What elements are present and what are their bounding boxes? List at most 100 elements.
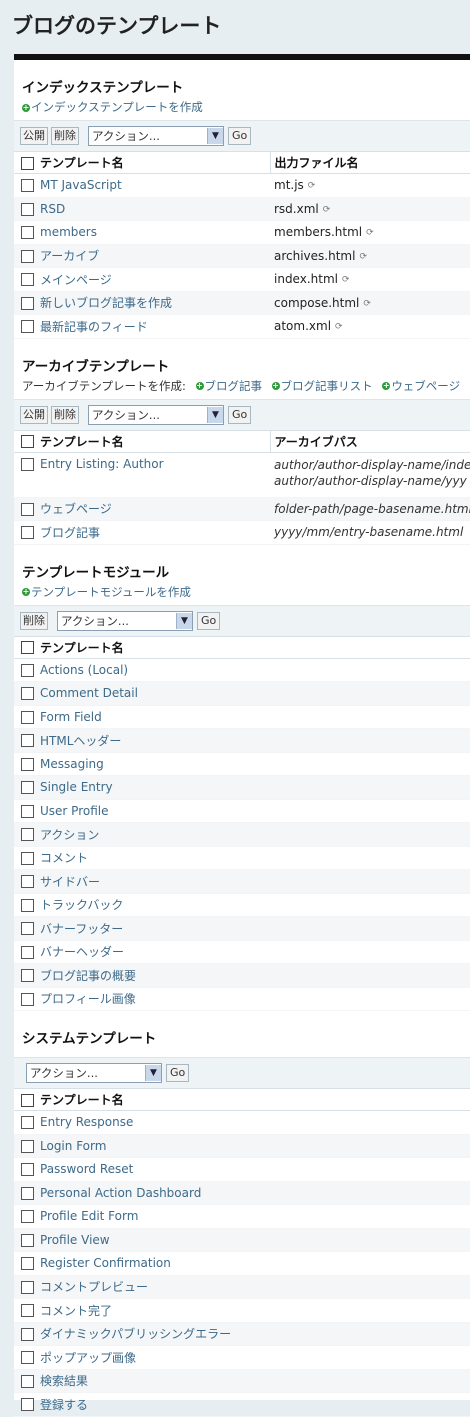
row-checkbox[interactable]: [20, 1116, 34, 1130]
template-name-link[interactable]: HTMLヘッダー: [40, 734, 121, 748]
template-name-link[interactable]: アーカイブ: [40, 249, 99, 263]
template-name-link[interactable]: Personal Action Dashboard: [40, 1186, 201, 1200]
row-checkbox[interactable]: [20, 502, 34, 516]
template-name-link[interactable]: 登録する: [40, 1398, 88, 1412]
template-name-link[interactable]: User Profile: [40, 804, 108, 818]
template-name-link[interactable]: 最新記事のフィード: [40, 320, 148, 334]
row-checkbox[interactable]: [20, 320, 34, 334]
go-button[interactable]: Go: [228, 405, 252, 424]
row-checkbox[interactable]: [20, 687, 34, 701]
template-name-link[interactable]: Actions (Local): [40, 663, 128, 677]
template-name-link[interactable]: バナーフッター: [40, 922, 123, 936]
row-checkbox[interactable]: [20, 249, 34, 263]
create-index-template-link[interactable]: + インデックステンプレートを作成: [22, 100, 203, 114]
row-checkbox[interactable]: [20, 179, 34, 193]
row-checkbox[interactable]: [20, 781, 34, 795]
template-name-link[interactable]: Password Reset: [40, 1162, 133, 1176]
action-select[interactable]: アクション... ▼: [88, 404, 224, 425]
column-header-archive-path[interactable]: アーカイブパス: [269, 429, 470, 453]
row-checkbox[interactable]: [20, 1304, 34, 1318]
row-checkbox[interactable]: [20, 757, 34, 771]
template-name-link[interactable]: コメント: [40, 851, 88, 865]
row-checkbox[interactable]: [20, 1163, 34, 1177]
row-checkbox[interactable]: [20, 1233, 34, 1247]
template-name-link[interactable]: RSD: [40, 202, 65, 216]
row-checkbox[interactable]: [20, 1398, 34, 1412]
publish-link-icon[interactable]: ⟳: [342, 275, 353, 285]
row-checkbox[interactable]: [20, 898, 34, 912]
row-checkbox[interactable]: [20, 457, 34, 471]
template-name-link[interactable]: Single Entry: [40, 780, 113, 794]
go-button[interactable]: Go: [197, 611, 221, 630]
row-checkbox[interactable]: [20, 969, 34, 983]
template-name-link[interactable]: Entry Response: [40, 1115, 133, 1129]
row-checkbox[interactable]: [20, 851, 34, 865]
row-checkbox[interactable]: [20, 945, 34, 959]
template-name-link[interactable]: Entry Listing: Author: [40, 457, 164, 471]
create-entry-listing-archive-link[interactable]: + ブログ記事リスト: [266, 379, 373, 393]
publish-link-icon[interactable]: ⟳: [366, 228, 377, 238]
template-name-link[interactable]: Login Form: [40, 1139, 106, 1153]
template-name-link[interactable]: ポップアップ画像: [40, 1351, 136, 1365]
create-entry-archive-link[interactable]: + ブログ記事: [190, 379, 262, 393]
template-name-link[interactable]: Profile Edit Form: [40, 1209, 138, 1223]
row-checkbox[interactable]: [20, 828, 34, 842]
template-name-link[interactable]: ブログ記事: [40, 526, 100, 540]
row-checkbox[interactable]: [20, 710, 34, 724]
row-checkbox[interactable]: [20, 1210, 34, 1224]
row-checkbox[interactable]: [20, 226, 34, 240]
template-name-link[interactable]: 新しいブログ記事を作成: [40, 296, 172, 310]
column-header-output-file[interactable]: 出力ファイル名: [269, 151, 470, 174]
row-checkbox[interactable]: [20, 875, 34, 889]
template-name-link[interactable]: 検索結果: [40, 1374, 88, 1388]
template-name-link[interactable]: Register Confirmation: [40, 1256, 171, 1270]
column-header-template-name[interactable]: テンプレート名: [40, 635, 470, 659]
row-checkbox[interactable]: [20, 1186, 34, 1200]
action-select[interactable]: アクション... ▼: [57, 610, 193, 631]
row-checkbox[interactable]: [20, 922, 34, 936]
row-checkbox[interactable]: [20, 663, 34, 677]
template-name-link[interactable]: Comment Detail: [40, 686, 138, 700]
action-select[interactable]: アクション... ▼: [26, 1063, 162, 1083]
delete-button[interactable]: 削除: [51, 127, 79, 145]
column-header-template-name[interactable]: テンプレート名: [40, 429, 270, 453]
publish-button[interactable]: 公開: [20, 127, 48, 145]
select-all-checkbox[interactable]: [20, 435, 34, 448]
select-all-checkbox[interactable]: [20, 1093, 34, 1107]
template-name-link[interactable]: サイドバー: [40, 875, 100, 889]
create-module-link[interactable]: + テンプレートモジュールを作成: [22, 585, 191, 599]
delete-button[interactable]: 削除: [20, 611, 48, 630]
row-checkbox[interactable]: [20, 526, 34, 540]
row-checkbox[interactable]: [20, 1327, 34, 1341]
row-checkbox[interactable]: [20, 273, 34, 287]
template-name-link[interactable]: ダイナミックパブリッシングエラー: [40, 1327, 231, 1341]
go-button[interactable]: Go: [228, 127, 252, 145]
template-name-link[interactable]: コメントプレビュー: [40, 1280, 148, 1294]
select-all-checkbox[interactable]: [20, 156, 34, 170]
template-name-link[interactable]: Profile View: [40, 1233, 110, 1247]
go-button[interactable]: Go: [166, 1064, 190, 1082]
template-name-link[interactable]: ウェブページ: [40, 502, 112, 516]
row-checkbox[interactable]: [20, 1351, 34, 1365]
template-name-link[interactable]: Form Field: [40, 710, 102, 724]
delete-button[interactable]: 削除: [51, 405, 79, 424]
action-select[interactable]: アクション... ▼: [88, 126, 224, 146]
template-name-link[interactable]: ブログ記事の概要: [40, 969, 136, 983]
column-header-template-name[interactable]: テンプレート名: [40, 151, 270, 174]
row-checkbox[interactable]: [20, 1257, 34, 1271]
publish-link-icon[interactable]: ⟳: [323, 205, 334, 215]
template-name-link[interactable]: バナーヘッダー: [40, 945, 124, 959]
publish-button[interactable]: 公開: [20, 405, 48, 424]
row-checkbox[interactable]: [20, 1139, 34, 1153]
row-checkbox[interactable]: [20, 296, 34, 310]
template-name-link[interactable]: アクション: [40, 828, 99, 842]
template-name-link[interactable]: トラックバック: [40, 898, 123, 912]
template-name-link[interactable]: MT JavaScript: [40, 178, 122, 192]
create-page-archive-link[interactable]: + ウェブページ: [376, 379, 460, 393]
publish-link-icon[interactable]: ⟳: [363, 299, 374, 309]
template-name-link[interactable]: プロフィール画像: [40, 992, 136, 1006]
row-checkbox[interactable]: [20, 734, 34, 748]
template-name-link[interactable]: メインページ: [40, 273, 112, 287]
row-checkbox[interactable]: [20, 992, 34, 1006]
row-checkbox[interactable]: [20, 804, 34, 818]
